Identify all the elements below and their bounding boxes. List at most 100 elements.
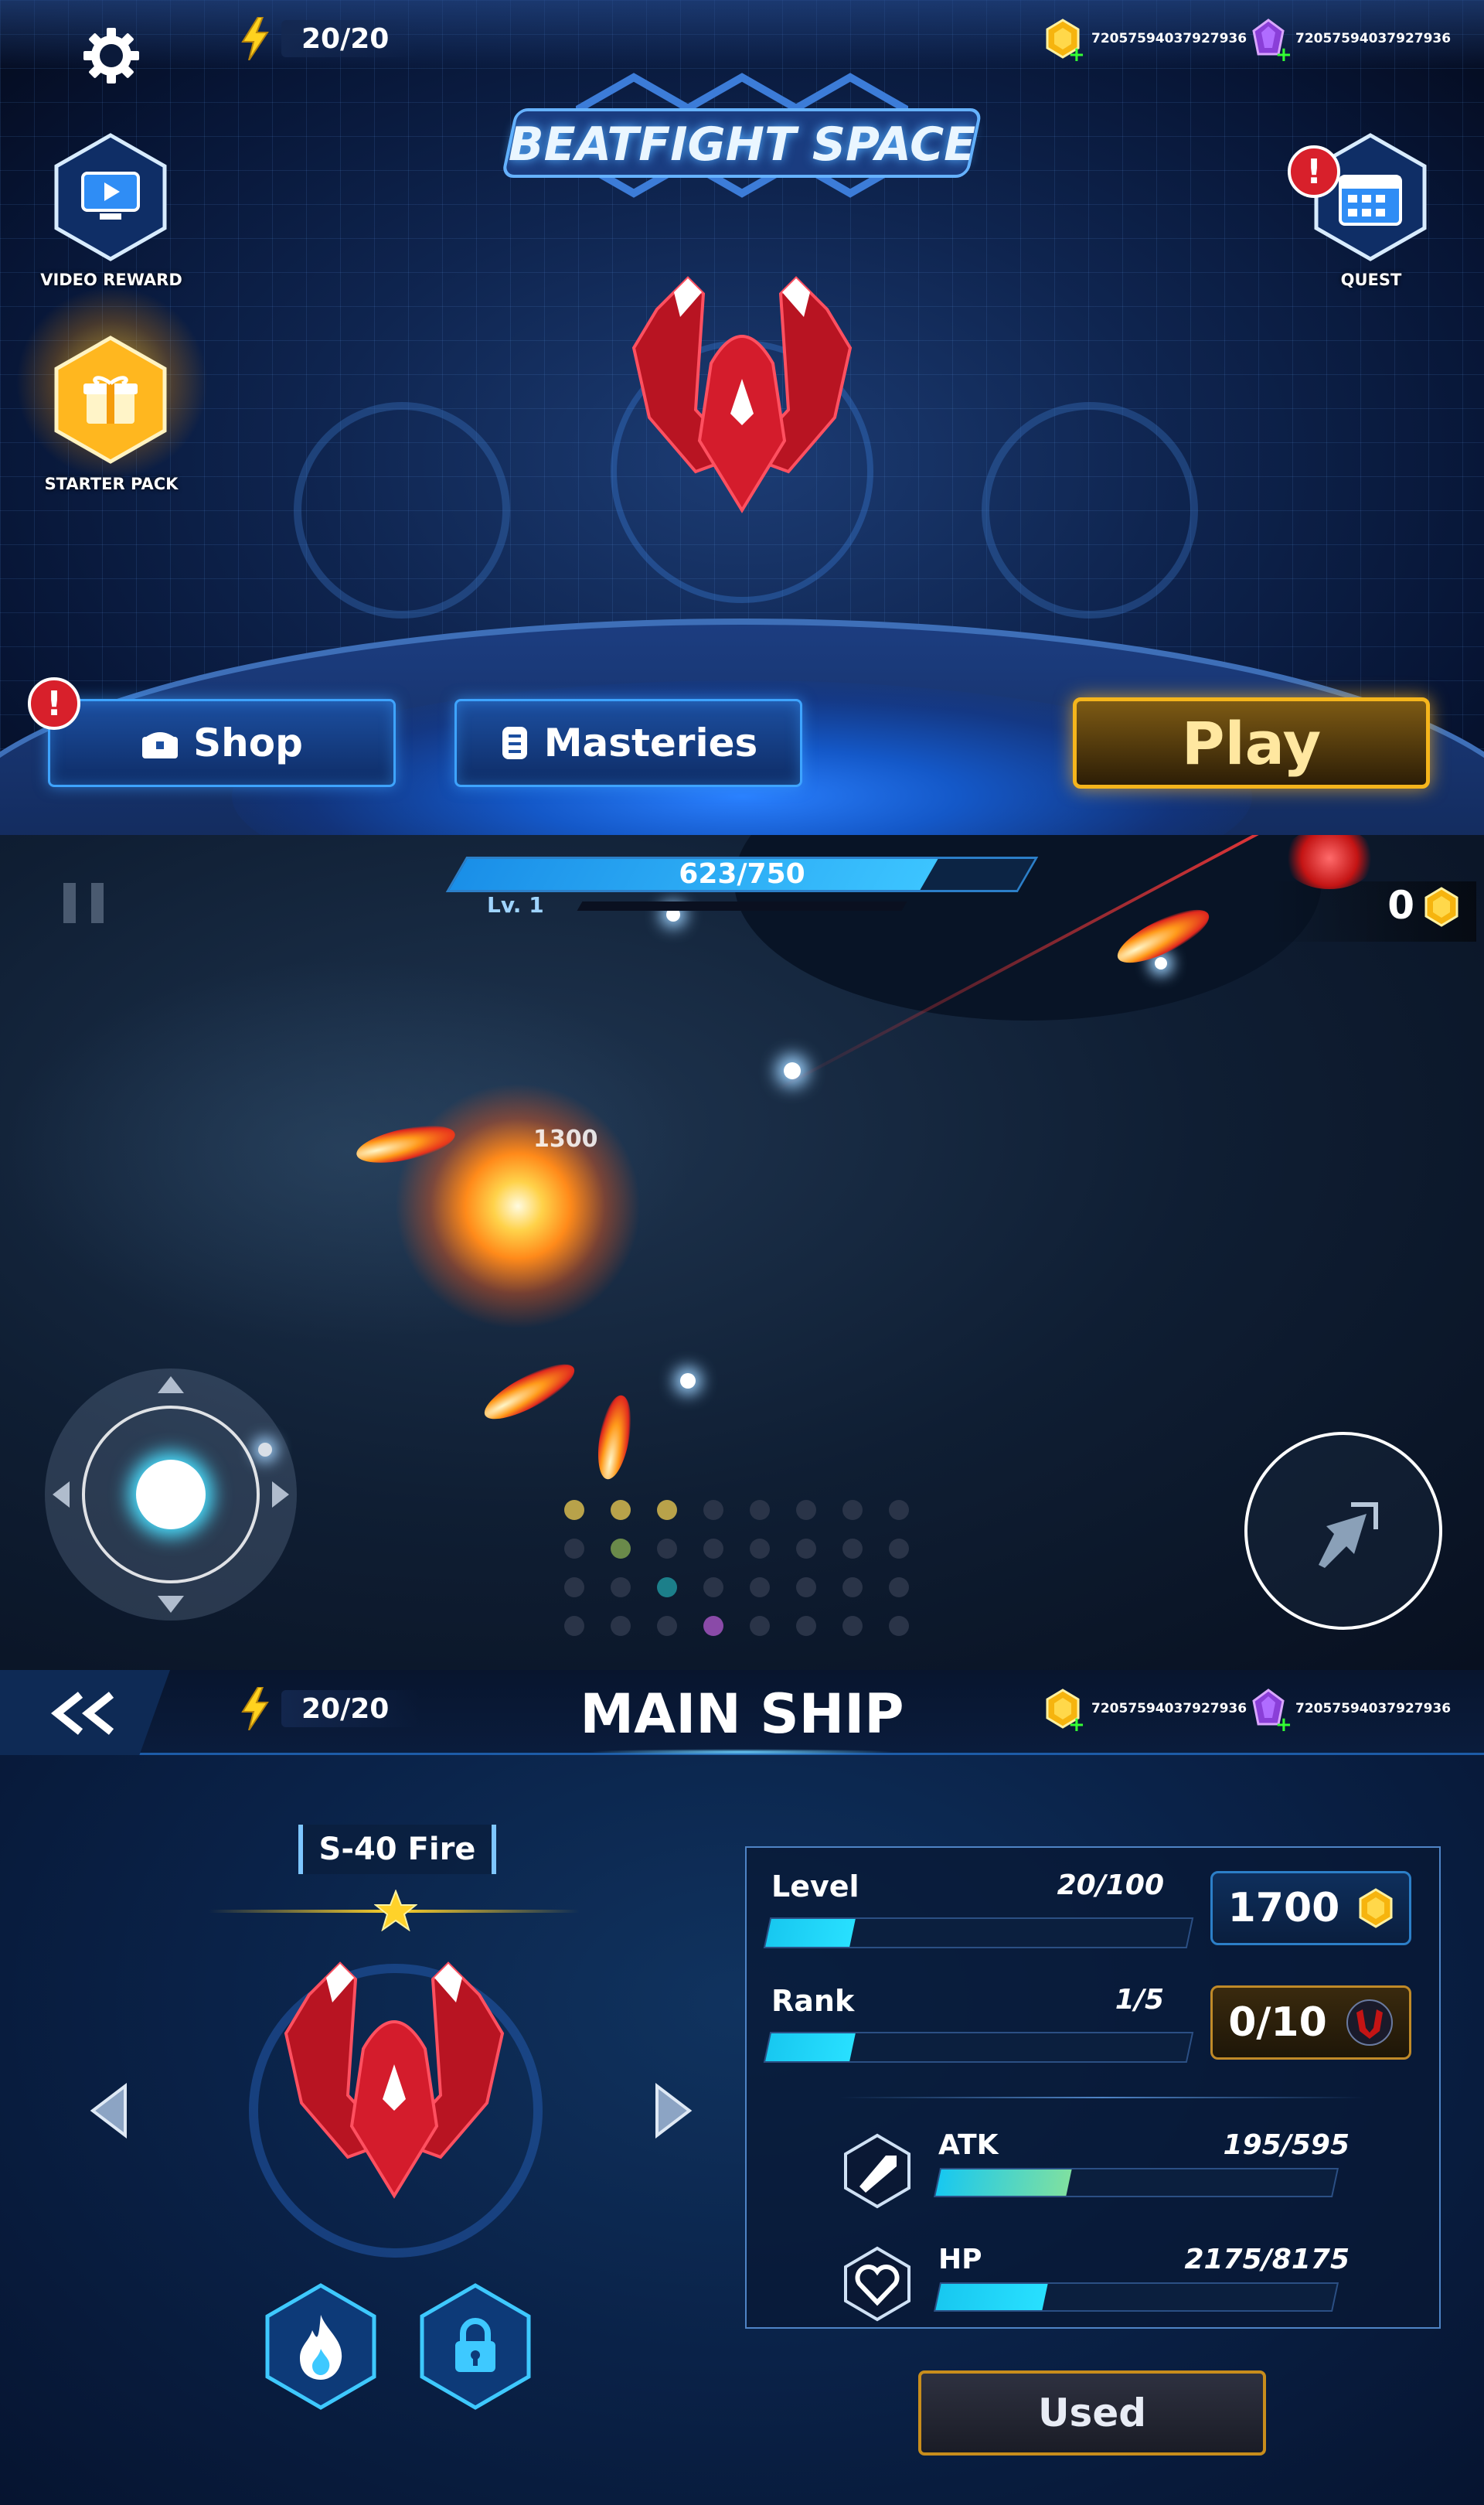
rhythm-dot	[564, 1577, 584, 1597]
rhythm-dot	[750, 1616, 770, 1636]
coin-value: 72057594037927936	[1091, 31, 1247, 46]
level-text: Lv. 1	[487, 892, 544, 918]
rhythm-dot	[796, 1500, 816, 1520]
coin-balance[interactable]: + 72057594037927936	[1045, 19, 1247, 65]
rhythm-dot	[889, 1616, 909, 1636]
double-chevron-left-icon	[50, 1692, 114, 1735]
left-ring	[294, 402, 510, 619]
plus-icon: +	[1068, 43, 1085, 66]
next-ship-button[interactable]	[640, 2080, 696, 2142]
pause-button[interactable]	[60, 881, 110, 925]
hp-value: 2175/8175	[1184, 2244, 1350, 2275]
explosion	[394, 1082, 642, 1330]
rhythm-dot	[564, 1539, 584, 1559]
gem-value: 72057594037927936	[1295, 1701, 1452, 1716]
dash-icon	[1319, 1502, 1378, 1568]
gift-icon	[83, 376, 138, 424]
rhythm-dot	[796, 1539, 816, 1559]
coin-balance[interactable]: + 72057594037927936	[1045, 1689, 1247, 1735]
energy-counter: 20/20	[240, 1686, 420, 1731]
ship-token-icon	[1346, 1999, 1393, 2046]
rhythm-dot	[750, 1539, 770, 1559]
ship-name: S-40 Fire	[298, 1825, 496, 1874]
ship-preview	[255, 1948, 533, 2211]
level-bar	[577, 901, 907, 911]
hp-icon-badge	[842, 2245, 912, 2323]
starter-pack-button[interactable]	[53, 334, 168, 465]
coin-icon: +	[1045, 1689, 1085, 1735]
rank-bar-fill	[765, 2033, 856, 2061]
pause-icon	[63, 883, 104, 923]
hp-label: HP	[938, 2244, 982, 2275]
rhythm-dot	[657, 1577, 677, 1597]
title-glow	[587, 1749, 897, 1755]
rhythm-dot	[564, 1500, 584, 1520]
lobby-screen: 20/20 + 72057594037927936 + 720575940379…	[0, 0, 1484, 835]
dash-button[interactable]	[1244, 1432, 1442, 1630]
rhythm-dot	[842, 1616, 863, 1636]
rhythm-dot	[611, 1500, 631, 1520]
battle-screen: 623/750 Lv. 1 0 1300	[0, 835, 1484, 1670]
gem-balance[interactable]: + 72057594037927936	[1252, 19, 1451, 65]
rank-label: Rank	[771, 1984, 855, 2018]
rhythm-dot	[564, 1616, 584, 1636]
level-bar-fill	[765, 1919, 856, 1947]
hp-bar	[933, 2282, 1339, 2312]
masteries-button[interactable]: Masteries	[454, 699, 802, 787]
starter-pack-label: STARTER PACK	[44, 475, 179, 493]
lock-icon	[455, 2318, 495, 2372]
level-value: 20/100	[1057, 1869, 1164, 1901]
rhythm-dot	[842, 1500, 863, 1520]
rhythm-dot	[796, 1577, 816, 1597]
masteries-label: Masteries	[543, 721, 758, 765]
shop-button[interactable]: Shop	[48, 699, 396, 787]
atk-value: 195/595	[1223, 2129, 1350, 2161]
fireball	[592, 1392, 637, 1482]
logo-text: BEATFIGHT SPACE	[508, 118, 976, 172]
skill-fire-button[interactable]	[263, 2281, 379, 2412]
upgrade-cost: 1700	[1227, 1885, 1340, 1931]
atk-icon-badge	[842, 2132, 912, 2210]
scroll-icon	[502, 727, 527, 759]
joystick[interactable]	[45, 1368, 297, 1621]
battle-coin-value: 0	[1387, 883, 1414, 928]
settings-button[interactable]	[80, 25, 142, 87]
rank-up-button[interactable]: 0/10	[1210, 1985, 1411, 2060]
play-button[interactable]: Play	[1073, 697, 1430, 789]
lightning-icon	[240, 1686, 271, 1731]
video-reward-button[interactable]	[53, 131, 168, 263]
atk-bar	[933, 2168, 1339, 2197]
player-ship	[603, 263, 881, 526]
arrow-left-icon	[90, 2082, 127, 2139]
gem-icon: +	[1252, 1689, 1292, 1735]
used-button[interactable]: Used	[918, 2370, 1266, 2456]
gem-balance[interactable]: + 72057594037927936	[1252, 1689, 1452, 1735]
shop-alert-badge: !	[28, 677, 80, 730]
upgrade-level-button[interactable]: 1700	[1210, 1871, 1411, 1945]
skill-locked-button[interactable]	[417, 2281, 533, 2412]
gem-icon: +	[1252, 19, 1292, 65]
page-title: MAIN SHIP	[580, 1682, 904, 1746]
rhythm-dot	[796, 1616, 816, 1636]
quest-alert-badge: !	[1288, 145, 1340, 198]
level-label: Level	[771, 1869, 859, 1903]
rhythm-dot	[657, 1616, 677, 1636]
level-bar	[763, 1917, 1194, 1948]
rhythm-dot	[889, 1539, 909, 1559]
rhythm-dot	[750, 1500, 770, 1520]
rhythm-dot	[611, 1539, 631, 1559]
prev-ship-button[interactable]	[87, 2080, 142, 2142]
fireball	[478, 1354, 581, 1430]
quest-label: QUEST	[1340, 271, 1402, 289]
rank-value: 1/5	[1115, 1984, 1164, 2016]
rhythm-dot	[657, 1500, 677, 1520]
rhythm-grid	[526, 1500, 958, 1655]
joystick-thumb[interactable]	[136, 1460, 206, 1529]
rhythm-dot	[703, 1616, 723, 1636]
coin-icon	[1359, 1888, 1393, 1928]
energy-value: 20/20	[281, 20, 420, 57]
rank-bar	[763, 2032, 1194, 2063]
rhythm-dot	[842, 1539, 863, 1559]
rhythm-dot	[842, 1577, 863, 1597]
coin-icon	[1424, 887, 1458, 927]
